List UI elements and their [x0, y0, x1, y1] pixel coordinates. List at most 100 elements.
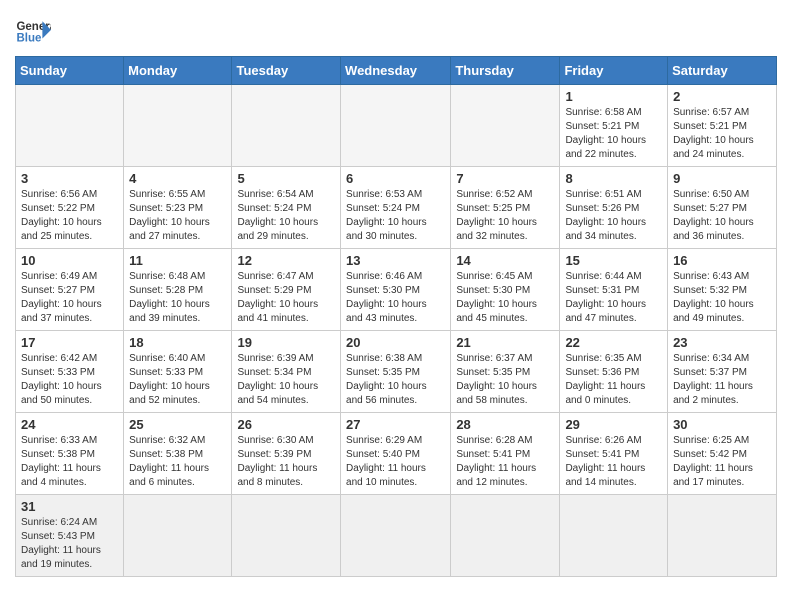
calendar-header-sunday: Sunday: [16, 57, 124, 85]
day-info: Sunrise: 6:43 AM Sunset: 5:32 PM Dayligh…: [673, 270, 771, 326]
day-number: 4: [129, 171, 226, 186]
calendar-cell: 28Sunrise: 6:28 AM Sunset: 5:41 PM Dayli…: [451, 413, 560, 495]
calendar-cell: 15 Sunrise: 6:44 AM Sunset: 5:31 PM Dayli…: [560, 249, 668, 331]
day-info: Sunrise: 6:35 AM Sunset: 5:36 PM Dayligh…: [565, 352, 662, 408]
day-number: 14: [456, 253, 554, 268]
calendar-cell: 2 Sunrise: 6:57 AM Sunset: 5:21 PM Daylig…: [668, 85, 777, 167]
calendar-cell: 10 Sunrise: 6:49 AM Sunset: 5:27 PM Dayli…: [16, 249, 124, 331]
calendar-cell: [560, 495, 668, 577]
calendar-cell: 17 Sunrise: 6:42 AM Sunset: 5:33 PM Dayli…: [16, 331, 124, 413]
day-number: 12: [237, 253, 335, 268]
day-number: 18: [129, 335, 226, 350]
day-info: Sunrise: 6:45 AM Sunset: 5:30 PM Dayligh…: [456, 270, 554, 326]
day-info: Sunrise: 6:51 AM Sunset: 5:26 PM Dayligh…: [565, 188, 662, 244]
calendar-cell: 23 Sunrise: 6:34 AM Sunset: 5:37 PM Dayli…: [668, 331, 777, 413]
day-info: Sunrise: 6:30 AM Sunset: 5:39 PM Dayligh…: [237, 434, 335, 490]
day-number: 24: [21, 417, 118, 432]
calendar-cell: 30Sunrise: 6:25 AM Sunset: 5:42 PM Dayli…: [668, 413, 777, 495]
day-number: 27: [346, 417, 445, 432]
calendar-cell: 12 Sunrise: 6:47 AM Sunset: 5:29 PM Dayli…: [232, 249, 341, 331]
calendar-cell: 27Sunrise: 6:29 AM Sunset: 5:40 PM Dayli…: [341, 413, 451, 495]
logo: General Blue: [15, 10, 51, 50]
calendar-cell: 11 Sunrise: 6:48 AM Sunset: 5:28 PM Dayli…: [124, 249, 232, 331]
day-info: Sunrise: 6:55 AM Sunset: 5:23 PM Dayligh…: [129, 188, 226, 244]
day-number: 31: [21, 499, 118, 514]
day-number: 30: [673, 417, 771, 432]
day-number: 19: [237, 335, 335, 350]
calendar-cell: 3 Sunrise: 6:56 AM Sunset: 5:22 PM Daylig…: [16, 167, 124, 249]
day-number: 16: [673, 253, 771, 268]
calendar-cell: 29 Sunrise: 6:26 AM Sunset: 5:41 PM Dayli…: [560, 413, 668, 495]
calendar-week-4: 24Sunrise: 6:33 AM Sunset: 5:38 PM Dayli…: [16, 413, 777, 495]
day-number: 29: [565, 417, 662, 432]
calendar-header-row: SundayMondayTuesdayWednesdayThursdayFrid…: [16, 57, 777, 85]
calendar-cell: 13Sunrise: 6:46 AM Sunset: 5:30 PM Dayli…: [341, 249, 451, 331]
calendar-cell: 9 Sunrise: 6:50 AM Sunset: 5:27 PM Daylig…: [668, 167, 777, 249]
calendar-header-thursday: Thursday: [451, 57, 560, 85]
day-info: Sunrise: 6:40 AM Sunset: 5:33 PM Dayligh…: [129, 352, 226, 408]
day-info: Sunrise: 6:47 AM Sunset: 5:29 PM Dayligh…: [237, 270, 335, 326]
calendar-cell: 21 Sunrise: 6:37 AM Sunset: 5:35 PM Dayli…: [451, 331, 560, 413]
calendar-header-friday: Friday: [560, 57, 668, 85]
day-number: 5: [237, 171, 335, 186]
calendar-table: SundayMondayTuesdayWednesdayThursdayFrid…: [15, 56, 777, 577]
day-number: 25: [129, 417, 226, 432]
day-info: Sunrise: 6:48 AM Sunset: 5:28 PM Dayligh…: [129, 270, 226, 326]
calendar-cell: 18 Sunrise: 6:40 AM Sunset: 5:33 PM Dayli…: [124, 331, 232, 413]
logo-icon: General Blue: [15, 14, 51, 50]
day-info: Sunrise: 6:42 AM Sunset: 5:33 PM Dayligh…: [21, 352, 118, 408]
calendar-cell: 25Sunrise: 6:32 AM Sunset: 5:38 PM Dayli…: [124, 413, 232, 495]
calendar-cell: [124, 495, 232, 577]
day-info: Sunrise: 6:44 AM Sunset: 5:31 PM Dayligh…: [565, 270, 662, 326]
day-info: Sunrise: 6:52 AM Sunset: 5:25 PM Dayligh…: [456, 188, 554, 244]
day-info: Sunrise: 6:24 AM Sunset: 5:43 PM Dayligh…: [21, 516, 118, 572]
day-info: Sunrise: 6:49 AM Sunset: 5:27 PM Dayligh…: [21, 270, 118, 326]
day-number: 6: [346, 171, 445, 186]
calendar-cell: 8 Sunrise: 6:51 AM Sunset: 5:26 PM Daylig…: [560, 167, 668, 249]
day-info: Sunrise: 6:37 AM Sunset: 5:35 PM Dayligh…: [456, 352, 554, 408]
day-info: Sunrise: 6:56 AM Sunset: 5:22 PM Dayligh…: [21, 188, 118, 244]
day-number: 21: [456, 335, 554, 350]
day-number: 28: [456, 417, 554, 432]
calendar-cell: 24Sunrise: 6:33 AM Sunset: 5:38 PM Dayli…: [16, 413, 124, 495]
day-number: 17: [21, 335, 118, 350]
day-info: Sunrise: 6:50 AM Sunset: 5:27 PM Dayligh…: [673, 188, 771, 244]
day-number: 7: [456, 171, 554, 186]
calendar-week-5: 31 Sunrise: 6:24 AM Sunset: 5:43 PM Dayli…: [16, 495, 777, 577]
day-number: 8: [565, 171, 662, 186]
calendar-week-3: 17 Sunrise: 6:42 AM Sunset: 5:33 PM Dayli…: [16, 331, 777, 413]
day-number: 2: [673, 89, 771, 104]
calendar-cell: 26Sunrise: 6:30 AM Sunset: 5:39 PM Dayli…: [232, 413, 341, 495]
day-number: 11: [129, 253, 226, 268]
calendar-cell: 6Sunrise: 6:53 AM Sunset: 5:24 PM Daylig…: [341, 167, 451, 249]
header: General Blue: [15, 10, 777, 50]
calendar-header-saturday: Saturday: [668, 57, 777, 85]
calendar-cell: [232, 495, 341, 577]
calendar-header-monday: Monday: [124, 57, 232, 85]
day-number: 15: [565, 253, 662, 268]
day-info: Sunrise: 6:39 AM Sunset: 5:34 PM Dayligh…: [237, 352, 335, 408]
calendar-cell: 1Sunrise: 6:58 AM Sunset: 5:21 PM Daylig…: [560, 85, 668, 167]
calendar-cell: 20Sunrise: 6:38 AM Sunset: 5:35 PM Dayli…: [341, 331, 451, 413]
day-info: Sunrise: 6:57 AM Sunset: 5:21 PM Dayligh…: [673, 106, 771, 162]
calendar-cell: 31 Sunrise: 6:24 AM Sunset: 5:43 PM Dayli…: [16, 495, 124, 577]
calendar-cell: [451, 495, 560, 577]
calendar-cell: 16 Sunrise: 6:43 AM Sunset: 5:32 PM Dayli…: [668, 249, 777, 331]
day-number: 10: [21, 253, 118, 268]
day-info: Sunrise: 6:54 AM Sunset: 5:24 PM Dayligh…: [237, 188, 335, 244]
calendar-cell: 19 Sunrise: 6:39 AM Sunset: 5:34 PM Dayli…: [232, 331, 341, 413]
day-info: Sunrise: 6:34 AM Sunset: 5:37 PM Dayligh…: [673, 352, 771, 408]
calendar-cell: [16, 85, 124, 167]
day-number: 9: [673, 171, 771, 186]
calendar-cell: 5 Sunrise: 6:54 AM Sunset: 5:24 PM Daylig…: [232, 167, 341, 249]
calendar-cell: 22Sunrise: 6:35 AM Sunset: 5:36 PM Dayli…: [560, 331, 668, 413]
day-info: Sunrise: 6:38 AM Sunset: 5:35 PM Dayligh…: [346, 352, 445, 408]
day-info: Sunrise: 6:46 AM Sunset: 5:30 PM Dayligh…: [346, 270, 445, 326]
day-number: 23: [673, 335, 771, 350]
day-info: Sunrise: 6:26 AM Sunset: 5:41 PM Dayligh…: [565, 434, 662, 490]
calendar-cell: [668, 495, 777, 577]
calendar-cell: [124, 85, 232, 167]
day-number: 3: [21, 171, 118, 186]
calendar-week-2: 10 Sunrise: 6:49 AM Sunset: 5:27 PM Dayli…: [16, 249, 777, 331]
calendar-header-tuesday: Tuesday: [232, 57, 341, 85]
